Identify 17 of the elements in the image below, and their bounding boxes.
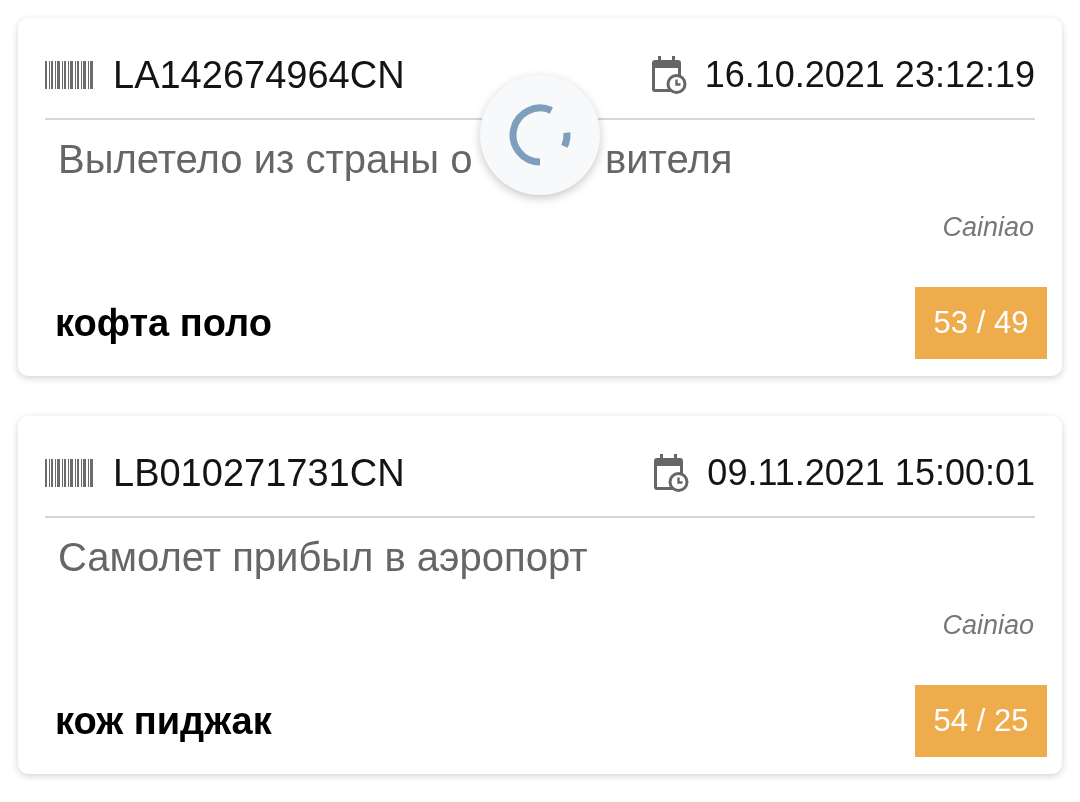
item-name: кож пиджак	[55, 699, 272, 744]
status-text: вителя	[605, 136, 733, 183]
calendar-clock-icon	[653, 453, 690, 493]
tracking-number: LB010271731CN	[113, 451, 405, 495]
counter-badge: 53 / 49	[915, 287, 1047, 359]
counter-badge: 54 / 25	[915, 685, 1047, 757]
item-name: кофта поло	[55, 301, 272, 346]
date-time: 09.11.2021 15:00:01	[707, 451, 1035, 495]
barcode-icon	[45, 459, 93, 487]
barcode-icon	[45, 61, 93, 89]
carrier-name: Cainiao	[942, 211, 1034, 243]
status-text: Самолет прибыл в аэропорт	[58, 534, 588, 581]
calendar-clock-icon	[650, 55, 687, 95]
tracking-number: LA142674964CN	[113, 53, 405, 97]
date-time: 16.10.2021 23:12:19	[704, 53, 1035, 97]
status-text: Вылетело из страны о	[58, 137, 473, 181]
carrier-name: Cainiao	[942, 609, 1034, 641]
